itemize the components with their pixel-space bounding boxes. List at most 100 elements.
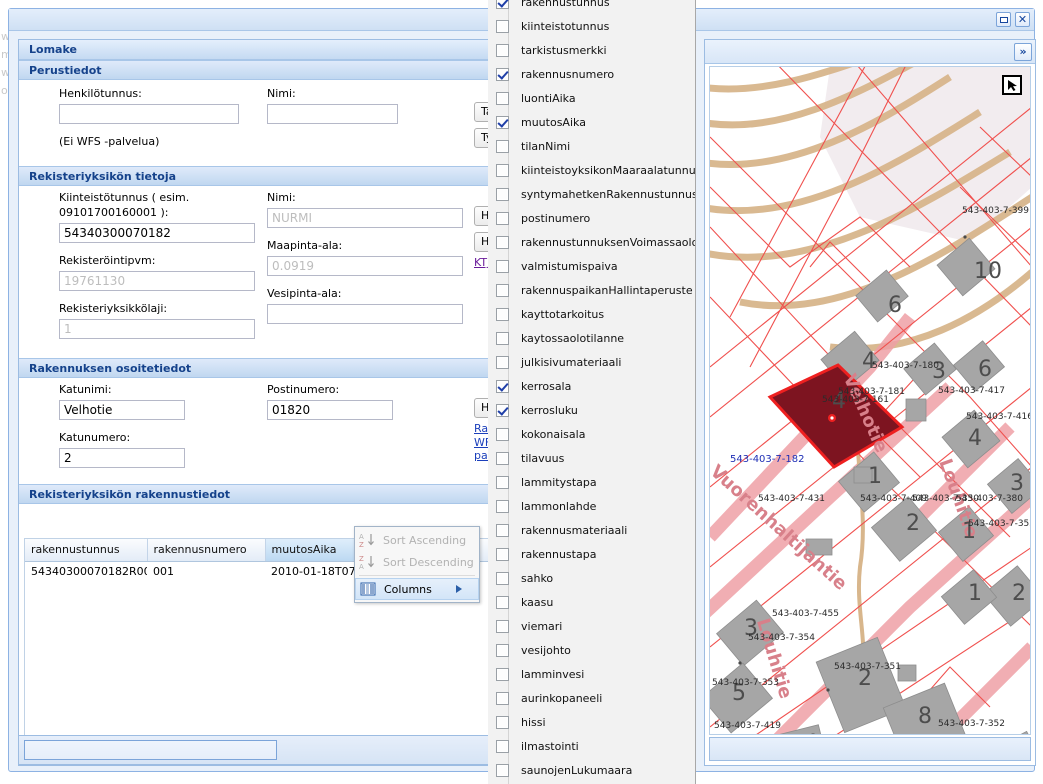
column-chooser-item[interactable]: kiinteistoyksikonMaaraalatunnus bbox=[488, 158, 695, 182]
checkbox-icon[interactable] bbox=[496, 139, 509, 153]
kiinteistotunnus-input[interactable] bbox=[59, 223, 255, 243]
column-chooser-item[interactable]: rakennustunnuksenVoimassaolo bbox=[488, 230, 695, 254]
checkbox-icon[interactable] bbox=[496, 547, 509, 561]
column-chooser-item-label: postinumero bbox=[521, 211, 591, 225]
column-chooser-item[interactable]: kokonaisala bbox=[488, 422, 695, 446]
map-panel: » Velhotie Vuorenhaltijantie Louhitie Lo… bbox=[704, 39, 1036, 766]
column-chooser-item[interactable]: rakennustunnus bbox=[488, 0, 695, 14]
column-chooser-item[interactable]: rakennusmateriaali bbox=[488, 518, 695, 542]
column-chooser-item[interactable]: kerrosluku bbox=[488, 398, 695, 422]
nimi-rekisteri-input[interactable] bbox=[267, 208, 463, 228]
column-chooser-item[interactable]: tilavuus bbox=[488, 446, 695, 470]
grid-col-rakennusnumero[interactable]: rakennusnumero bbox=[147, 539, 266, 562]
checkbox-icon[interactable] bbox=[496, 571, 509, 585]
column-chooser-item[interactable]: hissi bbox=[488, 710, 695, 734]
menu-item-columns[interactable]: Columns bbox=[355, 578, 479, 600]
checkbox-icon[interactable] bbox=[496, 211, 509, 225]
checkbox-icon[interactable] bbox=[496, 115, 509, 129]
column-chooser-item[interactable]: lammonlahde bbox=[488, 494, 695, 518]
checkbox-icon[interactable] bbox=[496, 67, 509, 81]
map-canvas[interactable]: Velhotie Vuorenhaltijantie Louhitie Louhiti… bbox=[709, 66, 1031, 735]
checkbox-icon[interactable] bbox=[496, 307, 509, 321]
column-chooser-item[interactable]: julkisivumateriaali bbox=[488, 350, 695, 374]
menu-item-sort-descending[interactable]: Z A Sort Descending bbox=[355, 551, 479, 573]
column-chooser-item[interactable]: valmistumispaiva bbox=[488, 254, 695, 278]
column-chooser-item[interactable]: luontiAika bbox=[488, 86, 695, 110]
checkbox-icon[interactable] bbox=[496, 19, 509, 33]
checkbox-icon[interactable] bbox=[496, 451, 509, 465]
column-chooser-item[interactable]: kiinteistotunnus bbox=[488, 14, 695, 38]
close-button[interactable]: ✕ bbox=[1015, 12, 1030, 27]
column-chooser-item[interactable]: kaytossaolotilanne bbox=[488, 326, 695, 350]
column-chooser-item[interactable]: saunojenLukumaara bbox=[488, 758, 695, 782]
grid-col-rakennustunnus[interactable]: rakennustunnus bbox=[25, 539, 148, 562]
column-chooser-item[interactable]: aurinkopaneeli bbox=[488, 686, 695, 710]
pan-arrow-icon[interactable] bbox=[1002, 75, 1022, 95]
column-chooser-item[interactable]: syntymahetkenRakennustunnus bbox=[488, 182, 695, 206]
column-chooser-item[interactable]: lamminvesi bbox=[488, 662, 695, 686]
checkbox-icon[interactable] bbox=[496, 475, 509, 489]
column-chooser-item[interactable]: viemari bbox=[488, 614, 695, 638]
henkilotunnus-input[interactable] bbox=[59, 104, 239, 124]
column-chooser-item[interactable]: vesijohto bbox=[488, 638, 695, 662]
rekisterointipvm-label: Rekisteröintipvm: bbox=[59, 254, 156, 267]
checkbox-icon[interactable] bbox=[496, 187, 509, 201]
column-chooser-item[interactable]: kayttotarkoitus bbox=[488, 302, 695, 326]
checkbox-icon[interactable] bbox=[496, 643, 509, 657]
checkbox-icon[interactable] bbox=[496, 379, 509, 393]
sort-desc-icon: Z A bbox=[359, 554, 375, 571]
katunumero-input[interactable] bbox=[59, 448, 185, 468]
checkbox-icon[interactable] bbox=[496, 619, 509, 633]
vesipinta-ala-input[interactable] bbox=[267, 304, 463, 324]
menu-item-sort-ascending[interactable]: A Z Sort Ascending bbox=[355, 529, 479, 551]
collapse-panel-button[interactable]: » bbox=[1014, 43, 1032, 61]
checkbox-icon[interactable] bbox=[496, 91, 509, 105]
column-chooser-item[interactable]: lammitystapa bbox=[488, 470, 695, 494]
checkbox-icon[interactable] bbox=[496, 523, 509, 537]
column-chooser-menu[interactable]: rakennustunnus kiinteistotunnus tarkistusm… bbox=[488, 0, 696, 784]
checkbox-icon[interactable] bbox=[496, 499, 509, 513]
column-chooser-item[interactable]: tarkistusmerkki bbox=[488, 38, 695, 62]
checkbox-icon[interactable] bbox=[496, 0, 509, 9]
column-chooser-item-label: kiinteistotunnus bbox=[521, 19, 610, 33]
checkbox-icon[interactable] bbox=[496, 763, 509, 777]
postinumero-input[interactable] bbox=[267, 400, 393, 420]
column-chooser-item[interactable]: rakennusnumero bbox=[488, 62, 695, 86]
column-chooser-item-label: kaytossaolotilanne bbox=[521, 331, 625, 345]
checkbox-icon[interactable] bbox=[496, 43, 509, 57]
column-chooser-item[interactable]: kerrosala bbox=[488, 374, 695, 398]
checkbox-icon[interactable] bbox=[496, 163, 509, 177]
checkbox-icon[interactable] bbox=[496, 667, 509, 681]
checkbox-icon[interactable] bbox=[496, 283, 509, 297]
checkbox-icon[interactable] bbox=[496, 595, 509, 609]
bottom-search-input[interactable] bbox=[24, 740, 277, 760]
checkbox-icon[interactable] bbox=[496, 739, 509, 753]
checkbox-icon[interactable] bbox=[496, 259, 509, 273]
checkbox-icon[interactable] bbox=[496, 331, 509, 345]
rekisterointipvm-input[interactable] bbox=[59, 271, 255, 291]
column-chooser-item-label: syntymahetkenRakennustunnus bbox=[521, 187, 696, 201]
column-chooser-item[interactable]: tilanNimi bbox=[488, 134, 695, 158]
checkbox-icon[interactable] bbox=[496, 235, 509, 249]
column-chooser-item[interactable]: rakennustapa bbox=[488, 542, 695, 566]
nimi-rekisteri-label: Nimi: bbox=[267, 191, 296, 204]
map-parcel-label: 543-403-7-352 bbox=[938, 719, 1006, 729]
rekisteriyksikkolaji-input[interactable] bbox=[59, 319, 255, 339]
column-chooser-item[interactable]: kaasu bbox=[488, 590, 695, 614]
checkbox-icon[interactable] bbox=[496, 427, 509, 441]
maapinta-ala-input[interactable] bbox=[267, 256, 463, 276]
checkbox-icon[interactable] bbox=[496, 691, 509, 705]
restore-button[interactable] bbox=[996, 12, 1011, 27]
column-chooser-item[interactable]: muutosAika bbox=[488, 110, 695, 134]
checkbox-icon[interactable] bbox=[496, 355, 509, 369]
katunimi-input[interactable] bbox=[59, 400, 185, 420]
column-chooser-item[interactable]: postinumero bbox=[488, 206, 695, 230]
column-chooser-item[interactable]: rakennuspaikanHallintaperuste bbox=[488, 278, 695, 302]
columns-icon bbox=[360, 581, 376, 597]
checkbox-icon[interactable] bbox=[496, 715, 509, 729]
column-chooser-item[interactable]: ilmastointi bbox=[488, 734, 695, 758]
column-chooser-item[interactable]: sahko bbox=[488, 566, 695, 590]
nimi-input[interactable] bbox=[267, 104, 398, 124]
map-parcel-label: 543-403-7-353 bbox=[712, 678, 780, 688]
checkbox-icon[interactable] bbox=[496, 403, 509, 417]
